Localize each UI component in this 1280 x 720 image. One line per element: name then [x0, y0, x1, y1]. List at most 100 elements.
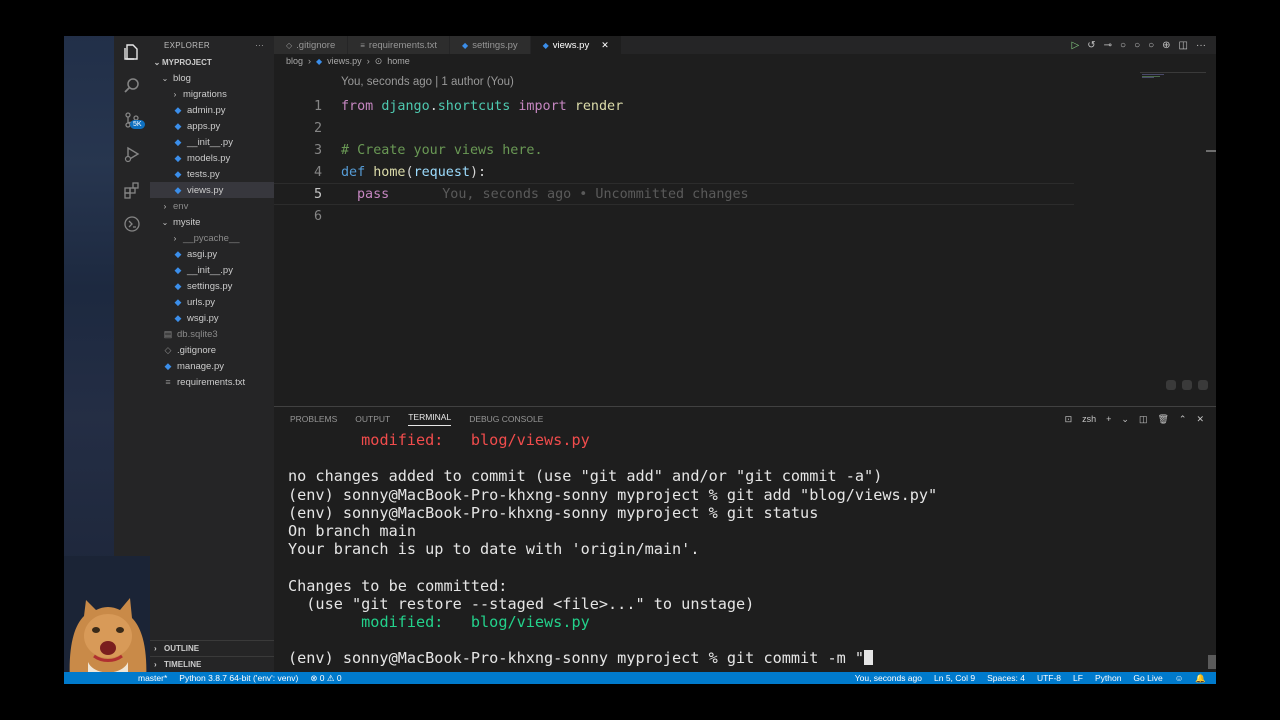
chevron-right-icon: › [308, 56, 312, 66]
cursor-position-status[interactable]: Ln 5, Col 9 [934, 673, 975, 684]
close-icon[interactable]: ✕ [601, 40, 609, 51]
cat-webcam-overlay [64, 556, 150, 672]
token-punct: . [429, 98, 438, 114]
tree-item[interactable]: › __pycache__ [150, 230, 274, 246]
outline-section[interactable]: › OUTLINE [150, 640, 274, 656]
tree-item[interactable]: ◆ urls.py [150, 294, 274, 310]
blame-status[interactable]: You, seconds ago [855, 673, 922, 684]
close-panel-icon[interactable]: ✕ [1196, 414, 1204, 425]
tab-debug-console[interactable]: DEBUG CONSOLE [469, 414, 543, 424]
tree-item[interactable]: ◆ views.py [150, 182, 274, 198]
code-line-current[interactable]: 5 pass You, seconds ago • Uncommitted cha… [274, 183, 1074, 205]
remote-icon[interactable] [120, 212, 144, 236]
indentation-status[interactable]: Spaces: 4 [987, 673, 1025, 684]
breadcrumb-file[interactable]: views.py [327, 56, 362, 66]
tab-output[interactable]: OUTPUT [355, 414, 390, 424]
run-icon[interactable]: ▷ [1072, 40, 1080, 51]
tree-item[interactable]: ≡ requirements.txt [150, 374, 274, 390]
add-terminal-icon[interactable]: + [1106, 414, 1111, 424]
tree-item[interactable]: ◆ manage.py [150, 358, 274, 374]
git-compare-icon[interactable]: ⊸ [1104, 40, 1112, 51]
code-line[interactable]: 3 # Create your views here. [274, 139, 1074, 161]
timeline-section[interactable]: › TIMELINE [150, 656, 274, 672]
minimap[interactable] [1140, 72, 1206, 80]
tab-requirements[interactable]: ≡ requirements.txt [348, 36, 451, 54]
shell-select[interactable]: zsh [1082, 414, 1096, 424]
run-debug-icon[interactable] [120, 142, 144, 166]
history-icon[interactable]: ↺ [1087, 40, 1095, 51]
tree-item-label: views.py [187, 184, 224, 196]
editor-tabs: ◇ .gitignore ≡ requirements.txt ◆ settin… [274, 36, 1216, 54]
git-blame-codelens[interactable]: You, seconds ago | 1 author (You) [341, 76, 514, 88]
terminal-prompt-line[interactable]: (env) sonny@MacBook-Pro-khxng-sonny mypr… [288, 649, 937, 667]
more-actions-icon[interactable]: ··· [255, 41, 264, 50]
tree-item[interactable]: ◇ .gitignore [150, 342, 274, 358]
tree-item[interactable]: ◆ asgi.py [150, 246, 274, 262]
terminal-line: (use "git restore --staged <file>..." to… [288, 594, 755, 613]
gitignore-icon: ◇ [164, 344, 172, 355]
tree-item[interactable]: ◆ settings.py [150, 278, 274, 294]
code-line[interactable]: 6 [274, 205, 1074, 227]
extensions-icon[interactable] [120, 178, 144, 202]
breadcrumb-symbol[interactable]: home [387, 56, 410, 66]
eol-status[interactable]: LF [1073, 673, 1083, 684]
circle-icon[interactable]: ○ [1134, 40, 1140, 51]
feedback-icon[interactable]: ☺ [1175, 673, 1184, 684]
breadcrumb-folder[interactable]: blog [286, 56, 303, 66]
go-live-button[interactable]: Go Live [1133, 673, 1162, 684]
tree-item[interactable]: ◆ __init__.py [150, 134, 274, 150]
tree-item[interactable]: ◆ models.py [150, 150, 274, 166]
remote-icon[interactable]: ⊕ [1162, 40, 1170, 51]
outline-label: OUTLINE [164, 644, 200, 653]
panel-tabs: PROBLEMS OUTPUT TERMINAL DEBUG CONSOLE ⊡… [274, 407, 1216, 431]
code-line[interactable]: 4 def home(request): [274, 161, 1074, 183]
bottom-panel: PROBLEMS OUTPUT TERMINAL DEBUG CONSOLE ⊡… [274, 406, 1216, 672]
tab-problems[interactable]: PROBLEMS [290, 414, 337, 424]
language-status[interactable]: Python [1095, 673, 1121, 684]
tree-item[interactable]: ◆ __init__.py [150, 262, 274, 278]
tree-item[interactable]: › migrations [150, 86, 274, 102]
modified-file: blog/views.py [470, 431, 590, 449]
tree-item-label: apps.py [187, 120, 221, 132]
terminal-output[interactable]: modified: blog/views.py no changes added… [288, 431, 937, 667]
tab-views[interactable]: ◆ views.py ✕ [530, 36, 622, 54]
more-actions-icon[interactable]: ··· [1196, 40, 1206, 51]
tree-item[interactable]: ▤ db.sqlite3 [150, 326, 274, 342]
encoding-status[interactable]: UTF-8 [1037, 673, 1061, 684]
terminal-line: (env) sonny@MacBook-Pro-khxng-sonny mypr… [288, 485, 938, 504]
tree-item[interactable]: ⌄ mysite [150, 214, 274, 230]
chevron-right-icon: › [154, 660, 157, 669]
tab-gitignore[interactable]: ◇ .gitignore [274, 36, 349, 54]
tree-item[interactable]: ◆ admin.py [150, 102, 274, 118]
tab-label: views.py [552, 39, 590, 51]
tab-terminal[interactable]: TERMINAL [408, 412, 452, 426]
files-icon[interactable] [120, 40, 144, 64]
tree-item[interactable]: ◆ wsgi.py [150, 310, 274, 326]
terminal-scrollbar[interactable] [1208, 655, 1216, 669]
function-symbol-icon: ⊙ [374, 55, 383, 66]
inline-blame: You, seconds ago • Uncommitted changes [442, 186, 749, 202]
search-icon[interactable] [120, 74, 144, 98]
tree-item[interactable]: ⌄ blog [150, 70, 274, 86]
tree-item[interactable]: ◆ tests.py [150, 166, 274, 182]
circle-icon[interactable]: ○ [1120, 40, 1126, 51]
python-interpreter-status[interactable]: Python 3.8.7 64-bit ('env': venv) [179, 673, 298, 684]
chevron-down-icon: ⌄ [161, 217, 169, 227]
maximize-panel-icon[interactable]: ⌃ [1179, 414, 1187, 425]
project-root[interactable]: ⌄ MYPROJECT [150, 54, 274, 70]
split-terminal-icon[interactable]: ◫ [1139, 414, 1148, 425]
trash-icon[interactable]: 🗑 [1157, 414, 1168, 425]
tree-item[interactable]: › env [150, 198, 274, 214]
problems-status[interactable]: ⊗ 0 ⚠ 0 [310, 673, 341, 684]
tab-settings[interactable]: ◆ settings.py [450, 36, 531, 54]
scm-badge: 5K [130, 120, 145, 129]
split-editor-icon[interactable]: ◫ [1179, 40, 1188, 51]
code-line[interactable]: 2 [274, 117, 1074, 139]
code-line[interactable]: 1 from django.shortcuts import render [274, 95, 1074, 117]
code-editor[interactable]: 1 from django.shortcuts import render 2 … [274, 95, 1074, 227]
circle-icon[interactable]: ○ [1148, 40, 1154, 51]
git-branch-status[interactable]: master* [138, 673, 167, 684]
bell-icon[interactable]: 🔔 [1195, 673, 1206, 684]
chevron-down-icon[interactable]: ⌄ [1121, 414, 1129, 425]
tree-item[interactable]: ◆ apps.py [150, 118, 274, 134]
